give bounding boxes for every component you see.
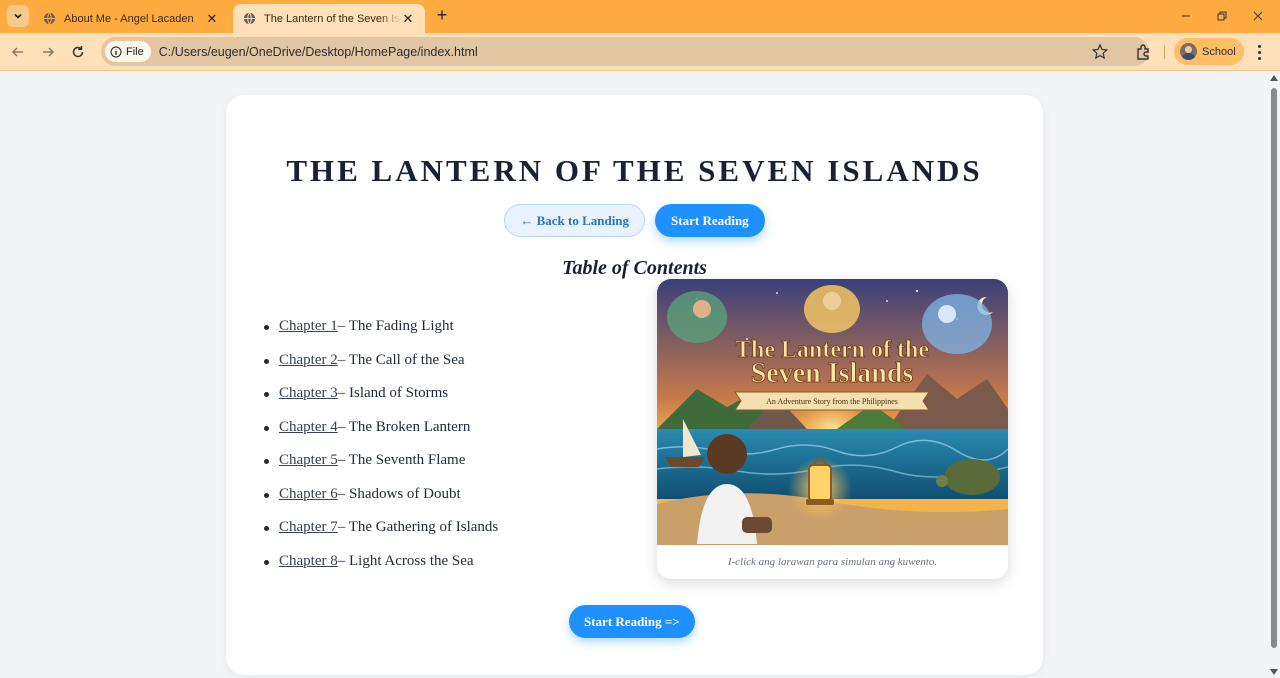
action-buttons: ← Back to Landing Start Reading	[226, 204, 1043, 237]
browser-toolbar: File C:/Users/eugen/OneDrive/Desktop/Hom…	[0, 33, 1280, 71]
list-item: Chapter 8 – Light Across the Sea	[264, 553, 498, 587]
chapter-4-name: – The Broken Lantern	[337, 418, 471, 435]
close-window-button[interactable]	[1248, 6, 1268, 26]
list-item: Chapter 1 – The Fading Light	[264, 318, 498, 352]
list-item: Chapter 3 – Island of Storms	[264, 385, 498, 419]
chapter-6-link[interactable]: Chapter 6	[279, 486, 338, 503]
chapter-5-name: – The Seventh Flame	[337, 452, 466, 468]
profile-label: School	[1202, 45, 1236, 58]
scroll-down-icon[interactable]	[1270, 669, 1278, 675]
tab-search-button[interactable]	[7, 5, 29, 27]
chapter-3-name: – Island of Storms	[337, 385, 449, 401]
close-icon	[1253, 11, 1263, 21]
list-item: Chapter 5 – The Seventh Flame	[264, 452, 498, 486]
profile-button[interactable]: School	[1174, 38, 1244, 65]
avatar	[1180, 43, 1197, 60]
page-title: THE LANTERN OF THE SEVEN ISLANDS	[286, 153, 983, 188]
menu-button[interactable]	[1253, 42, 1265, 62]
reload-button[interactable]	[67, 41, 89, 63]
toolbar-divider	[1164, 45, 1165, 59]
arrow-left-icon	[11, 47, 23, 57]
restore-button[interactable]	[1212, 6, 1232, 26]
cover-title-line-2: Seven Islands	[751, 358, 914, 389]
chapter-2-name: – The Call of the Sea	[337, 351, 465, 368]
url-text[interactable]: C:/Users/eugen/OneDrive/Desktop/HomePage…	[159, 45, 478, 59]
chapter-8-name: – Light Across the Sea	[337, 552, 474, 569]
chapter-1-link[interactable]: Chapter 1	[279, 318, 338, 335]
cover-caption: I-click ang larawan para simulan ang kuw…	[727, 556, 938, 568]
arrow-right-icon	[43, 47, 55, 57]
cover-subtitle: An Adventure Story from the Philippines	[766, 397, 898, 406]
globe-icon	[43, 12, 56, 25]
star-icon[interactable]	[1091, 43, 1109, 61]
chapter-5-link[interactable]: Chapter 5	[279, 452, 338, 469]
chapter-7-link[interactable]: Chapter 7	[279, 519, 338, 536]
chevron-down-icon	[14, 13, 22, 19]
tab-strip: About Me - Angel Lacaden ✕ The Lantern o…	[0, 0, 1280, 33]
site-info-chip[interactable]: File	[105, 41, 151, 62]
close-icon[interactable]: ✕	[401, 11, 415, 27]
book-cover-illustration: The Lantern of the Seven Islands An Adve…	[657, 279, 1008, 545]
chapter-list: Chapter 1 – The Fading Light Chapter 2 –…	[264, 318, 498, 586]
book-card: THE LANTERN OF THE SEVEN ISLANDS ← Back …	[226, 95, 1043, 675]
start-reading-button[interactable]: Start Reading	[655, 204, 765, 237]
tab-title: About Me - Angel Lacaden	[64, 12, 194, 25]
scrollbar[interactable]	[1268, 72, 1280, 678]
back-button[interactable]	[7, 41, 29, 63]
chapter-7-name: – The Gathering of Islands	[337, 519, 499, 535]
restore-icon	[1217, 11, 1227, 21]
list-item: Chapter 2 – The Call of the Sea	[264, 352, 498, 386]
list-item: Chapter 7 – The Gathering of Islands	[264, 519, 498, 553]
globe-icon	[243, 12, 256, 25]
list-item: Chapter 4 – The Broken Lantern	[264, 419, 498, 453]
scrollbar-thumb[interactable]	[1271, 88, 1277, 648]
address-bar[interactable]: File C:/Users/eugen/OneDrive/Desktop/Hom…	[101, 37, 1149, 66]
tab-title: The Lantern of the Seven Islands	[264, 12, 401, 25]
chapter-4-link[interactable]: Chapter 4	[279, 419, 338, 436]
chapter-6-name: – Shadows of Doubt	[337, 485, 461, 502]
minimize-icon	[1182, 15, 1190, 17]
back-to-landing-button[interactable]: ← Back to Landing	[504, 204, 646, 237]
chapter-2-link[interactable]: Chapter 2	[279, 352, 338, 369]
reload-icon	[72, 46, 84, 58]
scheme-label: File	[126, 45, 144, 58]
extensions-icon[interactable]	[1134, 42, 1154, 62]
page-viewport: THE LANTERN OF THE SEVEN ISLANDS ← Back …	[0, 72, 1268, 678]
cover-image-link[interactable]: The Lantern of the Seven Islands An Adve…	[657, 279, 1008, 579]
chapter-3-link[interactable]: Chapter 3	[279, 385, 338, 402]
scroll-up-icon[interactable]	[1270, 75, 1278, 81]
new-tab-button[interactable]: +	[432, 6, 452, 26]
minimize-button[interactable]	[1176, 6, 1196, 26]
chapter-1-name: – The Fading Light	[337, 318, 454, 334]
info-icon	[110, 46, 122, 57]
close-icon[interactable]: ✕	[205, 11, 219, 27]
toc-heading: Table of Contents	[562, 257, 707, 279]
start-reading-bottom-button[interactable]: Start Reading =>	[569, 605, 695, 638]
list-item: Chapter 6 – Shadows of Doubt	[264, 486, 498, 520]
tab-lantern[interactable]: The Lantern of the Seven Islands ✕	[233, 4, 425, 33]
tab-about-me[interactable]: About Me - Angel Lacaden ✕	[33, 4, 229, 33]
forward-button[interactable]	[37, 41, 59, 63]
chapter-8-link[interactable]: Chapter 8	[279, 553, 338, 570]
